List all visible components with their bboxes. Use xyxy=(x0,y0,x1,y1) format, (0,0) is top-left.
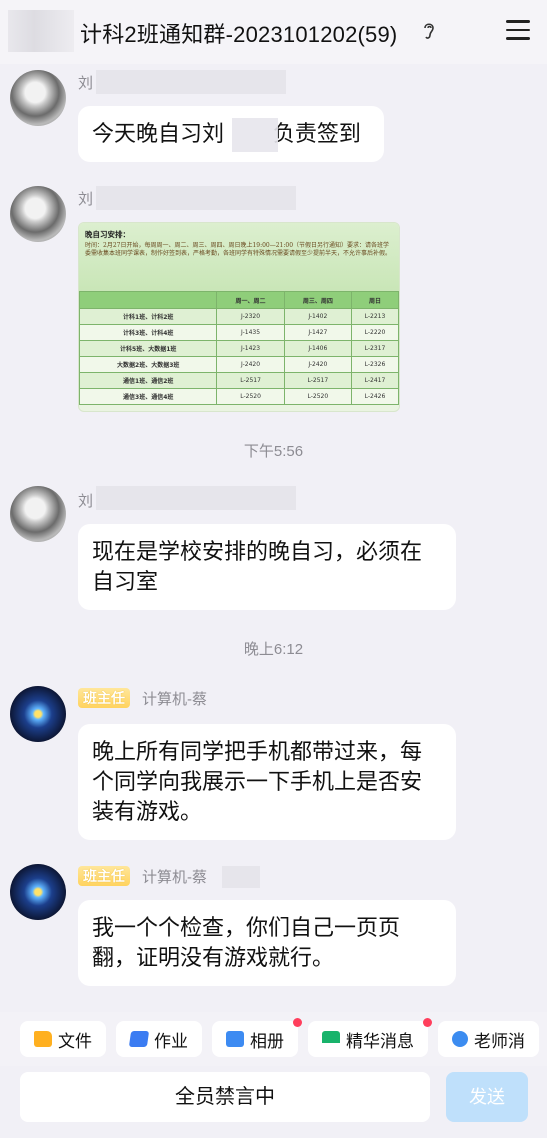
message-bubble[interactable]: 现在是学校安排的晚自习，必须在自习室 xyxy=(78,524,456,610)
schedule-title: 晚自习安排： xyxy=(85,230,130,239)
avatar[interactable] xyxy=(10,186,66,242)
homework-icon xyxy=(128,1031,150,1047)
group-title: 计科2班通知群-2023101202(59) xyxy=(80,22,398,47)
hamburger-menu-icon[interactable] xyxy=(506,20,530,42)
notification-dot xyxy=(423,1018,432,1027)
avatar[interactable] xyxy=(10,70,66,126)
homework-button[interactable]: 作业 xyxy=(116,1021,202,1057)
timestamp: 下午5:56 xyxy=(243,443,304,460)
send-button[interactable]: 发送 xyxy=(446,1072,528,1122)
redacted-name xyxy=(96,186,296,210)
table-row: 计科1班、计科2班 J-2320 J-1402 L-2213 xyxy=(79,308,399,325)
schedule-image[interactable]: 晚自习安排： 时间：2月27日开始，每周周一、周二、周三、周四、周日晚上19:0… xyxy=(78,222,400,412)
redacted-name xyxy=(96,486,296,510)
message-bubble[interactable]: 我一个个检查，你们自己一页页翻，证明没有游戏就行。 xyxy=(78,900,456,986)
schedule-note: 时间：2月27日开始，每周周一、周二、周三、周四、周日晚上19:00—21:00… xyxy=(85,242,392,257)
muted-input: 全员禁言中 xyxy=(20,1072,430,1122)
role-badge: 班主任 xyxy=(78,866,130,886)
role-badge: 班主任 xyxy=(78,688,130,708)
album-icon xyxy=(226,1031,244,1047)
message-bubble[interactable]: 晚上所有同学把手机都带过来，每个同学向我展示一下手机上是否安装有游戏。 xyxy=(78,724,456,840)
teacher-messages-button[interactable]: 老师消 xyxy=(438,1021,539,1057)
sender-name: 计算机-蔡 xyxy=(142,691,207,708)
back-button-blurred[interactable] xyxy=(8,10,74,52)
avatar[interactable] xyxy=(10,864,66,920)
essence-messages-button[interactable]: 精华消息 xyxy=(308,1018,432,1057)
album-button[interactable]: 相册 xyxy=(212,1018,302,1057)
notification-dot xyxy=(293,1018,302,1027)
table-row: 大数据2班、大数据3班 J-2420 J-2420 L-2326 xyxy=(79,356,399,373)
files-button[interactable]: 文件 xyxy=(20,1021,106,1057)
redacted-name-in-text xyxy=(232,118,278,152)
table-row: 通信3班、通信4班 L-2520 L-2520 L-2426 xyxy=(79,388,399,405)
group-toolbar: 文件 作业 相册 精华消息 老师消 xyxy=(0,1012,547,1066)
essence-icon xyxy=(322,1031,340,1047)
chat-header: 计科2班通知群-2023101202(59) xyxy=(0,0,547,64)
sender-name: 刘 xyxy=(78,191,94,208)
ear-icon[interactable] xyxy=(421,20,437,42)
table-row: 通信1班、通信2班 L-2517 L-2517 L-2417 xyxy=(79,372,399,389)
avatar[interactable] xyxy=(10,486,66,542)
sender-name: 计算机-蔡 xyxy=(142,869,207,886)
sender-name: 刘 xyxy=(78,493,94,510)
folder-icon xyxy=(34,1031,52,1047)
avatar[interactable] xyxy=(10,686,66,742)
timestamp: 晚上6:12 xyxy=(243,641,304,658)
message-bubble[interactable]: 今天晚自习刘 负责签到 xyxy=(78,106,384,162)
table-row: 计科3班、计科4班 J-1435 J-1427 L-2220 xyxy=(79,324,399,341)
redacted-name xyxy=(96,70,286,94)
schedule-table: 周一、周二 周三、周四 周日 计科1班、计科2班 J-2320 J-1402 L-22… xyxy=(79,291,399,405)
sender-name: 刘 xyxy=(78,75,94,92)
redacted-name xyxy=(222,866,260,888)
teacher-icon xyxy=(452,1031,468,1047)
table-row: 计科5班、大数据1班 J-1423 J-1406 L-2317 xyxy=(79,340,399,357)
